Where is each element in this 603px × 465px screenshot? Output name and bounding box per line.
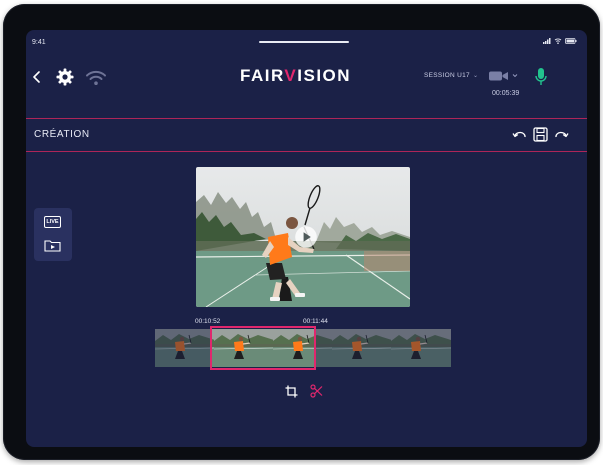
save-icon[interactable] [533, 127, 548, 142]
logo-text-right: ISION [297, 66, 352, 85]
app-logo: FAIRVISION [240, 66, 351, 86]
video-preview[interactable] [196, 167, 410, 307]
gear-icon[interactable] [56, 68, 74, 86]
trim-handle-end[interactable] [314, 326, 316, 370]
wifi-status-icon [554, 38, 562, 44]
back-chevron-icon[interactable] [32, 71, 42, 83]
session-selector[interactable]: SESSION U17 ⌄ [424, 72, 478, 79]
selection-bottom-edge [210, 368, 316, 370]
battery-icon [565, 38, 577, 44]
end-timecode: 00:11:44 [303, 318, 328, 325]
trim-handle-start[interactable] [210, 326, 212, 370]
logo-text-v: V [284, 66, 298, 85]
trim-selection[interactable] [210, 326, 316, 370]
session-label: SESSION U17 [424, 72, 470, 79]
status-time: 9:41 [32, 39, 46, 46]
selection-top-edge [210, 326, 316, 328]
redo-icon[interactable] [555, 130, 569, 142]
scissors-icon[interactable] [310, 384, 323, 398]
microphone-icon[interactable] [534, 67, 548, 87]
live-button[interactable]: LIVE [44, 216, 61, 228]
video-camera-icon [489, 71, 518, 81]
undo-icon[interactable] [512, 130, 526, 142]
app-screen: 9:41 FAIRVISION SESSION U17 ⌄ 00:05:39 C… [26, 30, 587, 447]
home-indicator [259, 41, 349, 43]
status-icons [543, 38, 577, 44]
wifi-icon[interactable] [85, 70, 107, 86]
start-timecode: 00:10:52 [195, 318, 221, 325]
header-divider [26, 118, 587, 119]
toolbar-divider [26, 151, 587, 152]
source-panel: LIVE [34, 208, 72, 261]
cellular-signal-icon [543, 38, 551, 44]
video-folder-icon[interactable] [44, 239, 61, 252]
tablet-device: 9:41 FAIRVISION SESSION U17 ⌄ 00:05:39 C… [3, 4, 600, 460]
handle-start-top-tick [210, 326, 216, 328]
camera-selector[interactable] [489, 69, 519, 87]
recording-timer: 00:05:39 [492, 90, 520, 97]
crop-icon[interactable] [285, 385, 298, 398]
page-title: CRÉATION [34, 129, 90, 140]
live-label: LIVE [46, 219, 59, 225]
logo-text-left: FAIR [240, 66, 285, 85]
play-icon[interactable] [294, 225, 318, 249]
session-chevron-icon: ⌄ [472, 73, 479, 79]
